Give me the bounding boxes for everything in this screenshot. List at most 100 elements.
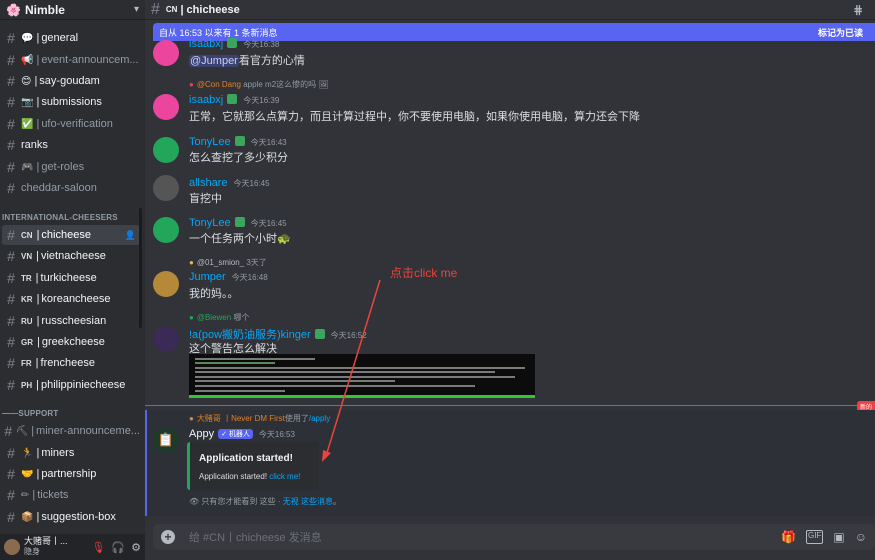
avatar[interactable] [153,326,179,352]
sidebar-item-channel[interactable]: # ranks [2,135,140,155]
sidebar-item-label: vietnacheese [40,250,106,262]
ephemeral-notice: 👁 只有您才能看到 这些 · 无视 这些消息。 [189,497,341,506]
avatar[interactable] [153,40,179,66]
sidebar-item-channel[interactable]: # KR | koreancheese [2,289,140,309]
message-author[interactable]: TonyLee 今天16:43 [189,136,287,148]
sidebar-item-channel[interactable]: # ⛏ | miner-announceme... [2,421,140,441]
channel-flag: CN [21,230,33,240]
sticker-icon[interactable]: ▣ [833,530,844,544]
message-author[interactable]: Appy ✓ 机器人 今天16:53 [189,428,295,440]
sidebar-item-channel[interactable]: # 📦 | suggestion-box [2,507,140,527]
message-input-bar: + 给 #CN丨chicheese 发消息 🎁 GIF ▣ ☺ [153,524,875,550]
sidebar-item-label: say-goudam [39,75,100,87]
mic-muted-icon[interactable]: 🎙 [91,541,105,554]
channel-flag: KR [21,294,33,304]
avatar[interactable] [4,539,20,555]
gear-icon[interactable]: ⚙ [131,541,141,554]
avatar[interactable] [153,271,179,297]
sidebar-item-channel[interactable]: # FR | frencheese [2,353,140,373]
avatar[interactable] [153,94,179,120]
message-author[interactable]: allshare 今天16:45 [189,177,270,189]
sidebar-item-label: russcheesian [41,315,107,327]
channel-emoji-icon: ✅ [21,118,34,130]
sidebar-item-channel[interactable]: # GR | greekcheese [2,332,140,352]
reply-preview[interactable]: ● @Biewen 哪个 [189,312,249,323]
avatar[interactable] [153,175,179,201]
hash-icon: # [7,180,15,196]
sidebar-item-channel[interactable]: # 📷 | submissions [2,92,140,112]
sidebar-item-channel[interactable]: # PH | philippiniecheese [2,375,140,395]
sidebar-item-channel[interactable]: # 🏃 | miners [2,443,140,463]
channel-sidebar: 🌸 Nimble ▾ # 💬 | general # 📢 | event-announce… [0,0,145,560]
sidebar-item-channel[interactable]: # CN | chicheese 👤 [2,225,140,245]
message-author[interactable]: isaabxj 今天16:39 [189,94,279,106]
message-author[interactable]: Jumper 今天16:48 [189,271,268,283]
channel-emoji-icon: 🎮 [21,161,34,173]
reply-preview[interactable]: ● @01_smion_ 3天了 [189,257,267,268]
threads-icon[interactable]: ⋕ [853,3,863,17]
user-status: 隐身 [24,547,40,556]
reply-avatar-icon: ● [189,80,194,89]
embed-title: Application started! [199,453,293,464]
sidebar-item-channel[interactable]: # cheddar-saloon [2,178,140,198]
hash-icon: # [7,445,15,461]
dismiss-link[interactable]: 无视 这些消息 [283,497,333,506]
hash-icon: # [7,270,15,286]
gif-icon[interactable]: GIF [806,530,824,544]
new-messages-divider [145,405,875,406]
sidebar-item-channel[interactable]: # ✅ | ufo-verification [2,114,140,134]
reply-preview[interactable]: ● 大赌哥 丨Never DM First使用了/apply [189,413,330,424]
channel-flag: VN [21,251,33,261]
message-author[interactable]: TonyLee 今天16:45 [189,217,287,229]
channel-flag: FR [21,358,32,368]
sidebar-scrollbar[interactable] [139,208,142,328]
avatar[interactable] [153,137,179,163]
bot-avatar[interactable]: 📋 [153,427,179,453]
sidebar-item-channel[interactable]: # 😊 | say-goudam [2,71,140,91]
gift-icon[interactable]: 🎁 [781,530,796,544]
sidebar-item-label: ranks [21,139,48,151]
channel-flag: PH [21,380,33,390]
chevron-down-icon[interactable]: ▾ [134,4,139,15]
sidebar-item-channel[interactable]: # 🎮 | get-roles [2,157,140,177]
channel-emoji-icon: 📢 [21,54,34,66]
server-header[interactable]: 🌸 Nimble ▾ [0,0,145,20]
emoji-icon[interactable]: ☺ [855,530,867,544]
channel-header: # CN | chicheese ⋕ [145,0,875,20]
sidebar-item-channel[interactable]: # TR | turkicheese [2,268,140,288]
sidebar-item-label: turkicheese [40,272,97,284]
reply-preview[interactable]: ● @Con Dang apple m2这么惨的吗 🖼 [189,79,329,90]
sidebar-item-channel[interactable]: # 💬 | general [2,28,140,48]
sidebar-item-channel[interactable]: # VN | vietnacheese [2,246,140,266]
sidebar-item-channel[interactable]: # ✏ | tickets [2,485,140,505]
screenshot-attachment[interactable] [189,354,535,398]
hash-icon: # [7,313,15,329]
server-icon: 🌸 [6,2,21,17]
message-text: 一个任务两个小时🐢 [189,233,291,245]
click-me-link[interactable]: click me! [269,472,300,481]
message-author[interactable]: isaabxj 今天16:38 [189,38,279,50]
sidebar-item-label: chicheese [41,229,91,241]
message-input[interactable]: 给 #CN丨chicheese 发消息 [189,529,322,545]
plus-icon[interactable]: + [161,530,175,544]
hash-icon: # [7,159,15,175]
channel-emoji-icon: 📷 [21,96,34,108]
hash-icon: # [4,423,13,439]
channel-emoji-icon: 🏃 [21,447,34,459]
avatar[interactable] [153,217,179,243]
sidebar-item-label: greekcheese [41,336,105,348]
mark-as-read-button[interactable]: 标记为已读 [818,26,863,39]
hash-icon: # [7,291,15,307]
channel-emoji-icon: 📦 [21,511,34,523]
sidebar-item-channel[interactable]: # 🤝 | partnership [2,464,140,484]
add-member-icon[interactable]: 👤 [125,230,136,241]
user-mention[interactable]: @Jumper [189,55,239,67]
category-international[interactable]: INTERNATIONAL-CHEESERS [2,213,118,222]
sidebar-item-label: get-roles [41,161,85,173]
sidebar-item-channel[interactable]: # 📢 | event-announcem... [2,50,140,70]
page-title: chicheese [186,3,240,16]
headphones-icon[interactable]: 🎧 [111,541,125,554]
sidebar-item-channel[interactable]: # RU | russcheesian [2,311,140,331]
category-support[interactable]: ——SUPPORT [2,409,58,418]
verified-icon [227,94,238,104]
